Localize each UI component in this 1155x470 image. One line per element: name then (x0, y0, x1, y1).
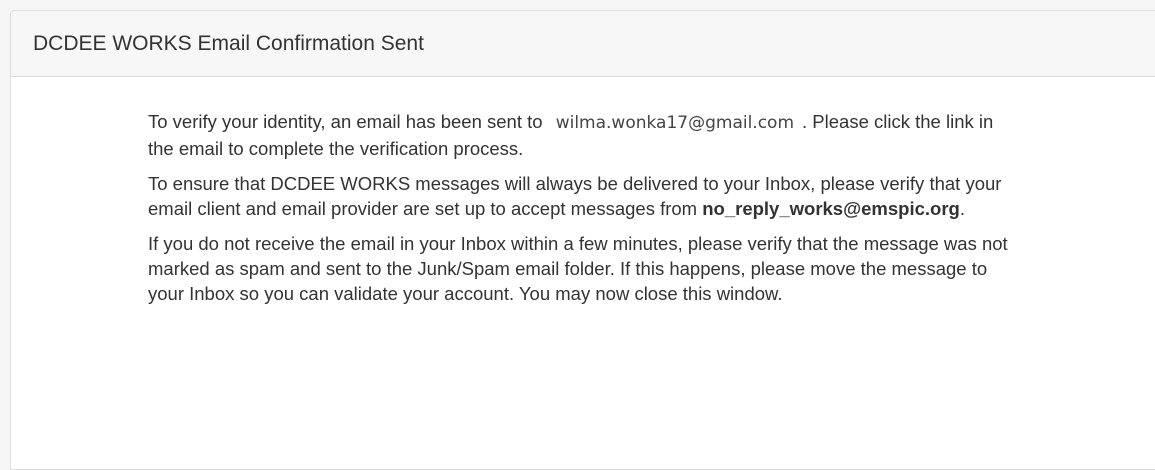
verification-paragraph: To verify your identity, an email has be… (148, 109, 1018, 161)
panel-title: DCDEE WORKS Email Confirmation Sent (33, 31, 424, 55)
confirmation-panel: DCDEE WORKS Email Confirmation Sent To v… (10, 10, 1155, 470)
sender-email-address: no_reply_works@emspic.org (702, 198, 960, 219)
panel-body: To verify your identity, an email has be… (11, 77, 1018, 306)
delivery-period: . (959, 198, 965, 219)
delivery-paragraph: To ensure that DCDEE WORKS messages will… (148, 171, 1018, 221)
user-email-address: wilma.wonka17@gmail.com (547, 113, 803, 133)
panel-heading: DCDEE WORKS Email Confirmation Sent (11, 11, 1155, 77)
verification-text: To verify your identity, an email has be… (148, 111, 543, 132)
spam-paragraph: If you do not receive the email in your … (148, 233, 1008, 304)
